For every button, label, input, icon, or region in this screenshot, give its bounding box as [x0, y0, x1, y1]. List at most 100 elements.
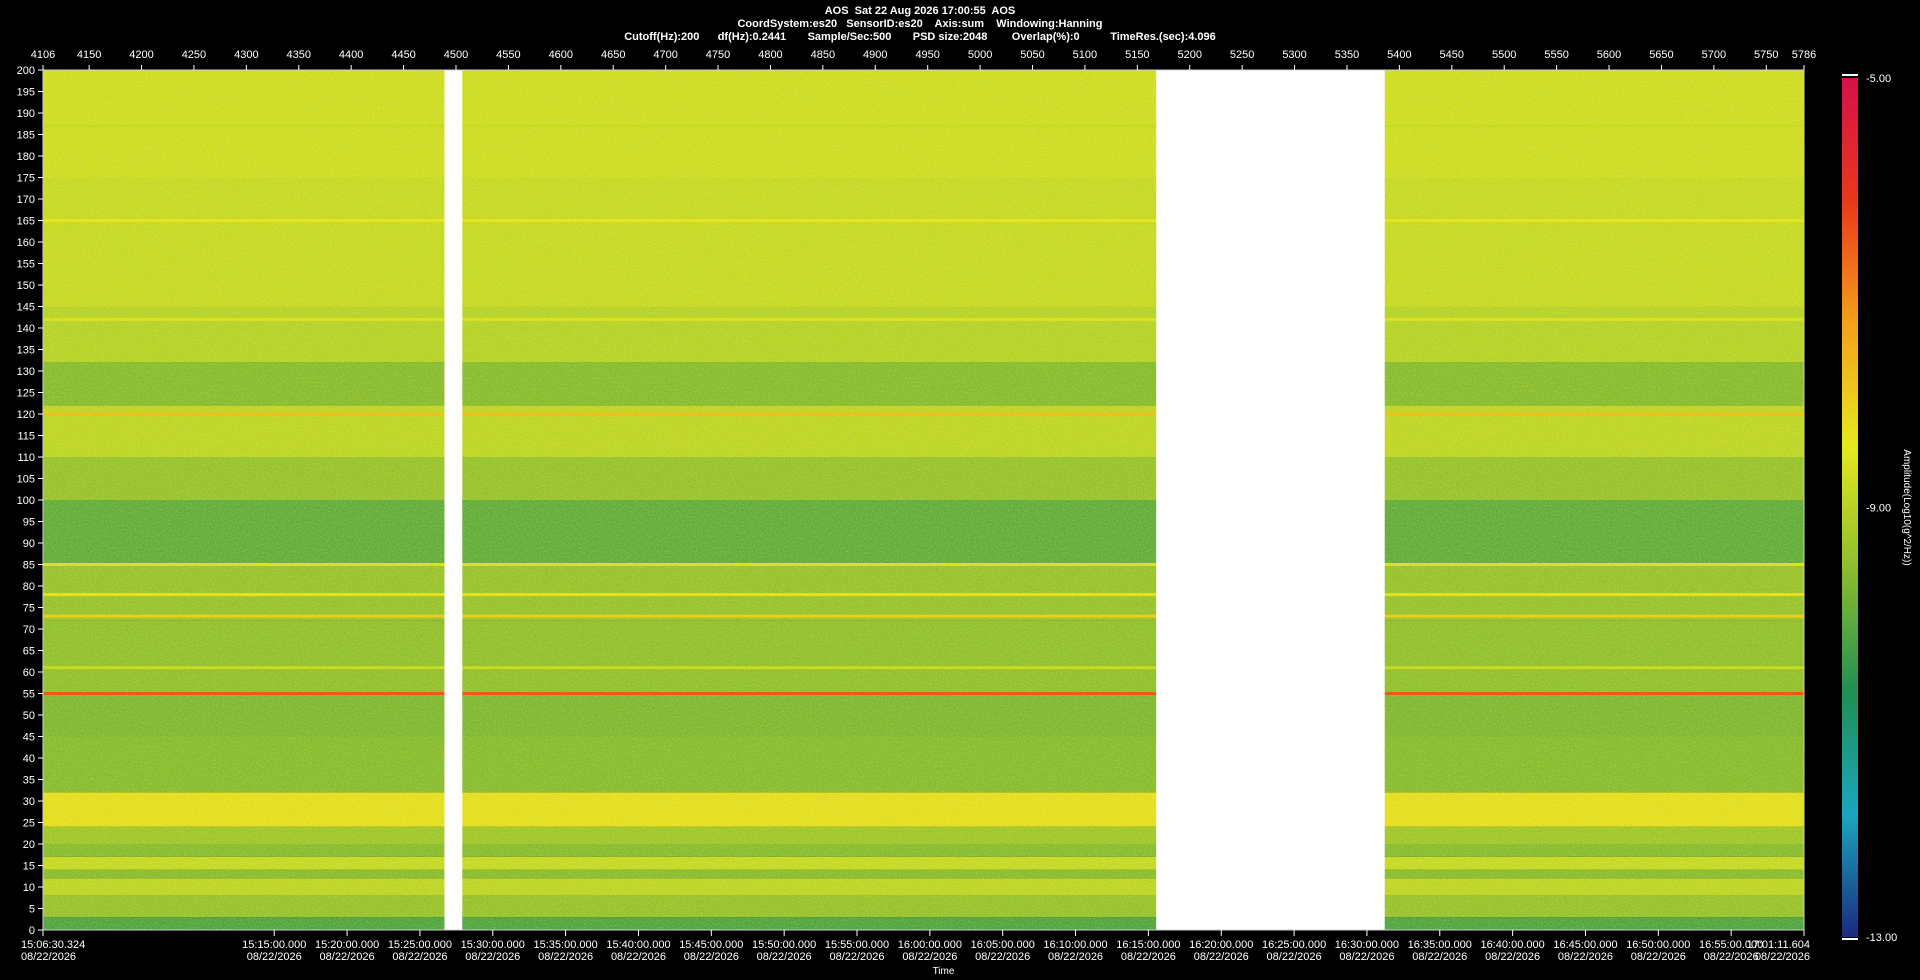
x-axis-tick-date: 08/22/2026	[247, 951, 302, 963]
y-axis-tick-label: 10	[23, 882, 35, 894]
x-axis-tick-date: 08/22/2026	[1339, 951, 1394, 963]
top-axis-tick-label: 4450	[391, 49, 415, 61]
x-axis-tick-label: 16:20:00.000	[1189, 939, 1253, 951]
harmonic-line	[43, 614, 1804, 618]
harmonic-line	[43, 692, 1804, 695]
y-axis-tick-label: 35	[23, 775, 35, 787]
top-axis-tick-label: 5250	[1230, 49, 1254, 61]
y-axis-tick-label: 55	[23, 689, 35, 701]
x-axis-tick-label: 16:35:00.000	[1408, 939, 1472, 951]
x-axis-tick-label: 15:30:00.000	[461, 939, 525, 951]
x-axis-tick-date: 08/22/2026	[1048, 951, 1103, 963]
y-axis-tick-label: 40	[23, 753, 35, 765]
top-axis-tick-label: 5150	[1125, 49, 1149, 61]
y-axis-tick-label: 175	[17, 173, 35, 185]
x-axis-tick-date: 08/22/2026	[975, 951, 1030, 963]
y-axis-tick-label: 130	[17, 366, 35, 378]
y-axis-tick-label: 75	[23, 603, 35, 615]
harmonic-line	[43, 412, 1804, 416]
x-axis-tick-label: 15:55:00.000	[825, 939, 889, 951]
y-axis-tick-label: 145	[17, 302, 35, 314]
colorbar-top-marker	[1842, 74, 1858, 76]
y-axis-tick-label: 105	[17, 474, 35, 486]
x-axis-tick-date: 08/22/2026	[392, 951, 447, 963]
top-axis-tick-label: 4750	[706, 49, 730, 61]
y-axis-tick-label: 155	[17, 259, 35, 271]
y-axis-tick-label: 70	[23, 624, 35, 636]
y-axis-tick-label: 190	[17, 108, 35, 120]
spectrogram-chart: 4106 4150 4200 4250 4300 4350 4400 4450 4500 4550…	[17, 49, 1912, 977]
x-axis-tick-label: 15:20:00.000	[315, 939, 379, 951]
colorbar-label: Amplitude(Log10(g^2/Hz))	[1901, 449, 1912, 565]
x-axis-tick-date: 08/22/2026	[320, 951, 375, 963]
top-axis-tick-label: 5000	[968, 49, 992, 61]
x-axis-tick-label: 16:05:00.000	[971, 939, 1035, 951]
y-axis-tick-label: 25	[23, 818, 35, 830]
x-axis-tick-date: 08/22/2026	[684, 951, 739, 963]
x-axis-tick-date: 08/22/2026	[902, 951, 957, 963]
spectrogram-plot-area	[43, 70, 1804, 930]
x-axis-tick-date: 08/22/2026	[611, 951, 666, 963]
x-axis-tick-label: 16:15:00.000	[1116, 939, 1180, 951]
top-axis-tick-label: 4500	[444, 49, 468, 61]
top-axis-tick-label: 5350	[1335, 49, 1359, 61]
colorbar-gradient	[1842, 78, 1858, 937]
y-axis-tick-label: 140	[17, 323, 35, 335]
y-axis-tick-label: 5	[29, 904, 35, 916]
y-axis-tick-label: 180	[17, 151, 35, 163]
top-axis-tick-label: 5550	[1544, 49, 1568, 61]
y-axis-tick-label: 115	[17, 431, 35, 443]
x-axis-label: Time	[933, 966, 955, 977]
x-axis-tick-date: 08/22/2026	[1704, 951, 1759, 963]
top-axis-tick-label: 5600	[1597, 49, 1621, 61]
y-axis-tick-label: 0	[29, 925, 35, 937]
y-axis-tick-label: 80	[23, 581, 35, 593]
y-axis-tick-label: 50	[23, 710, 35, 722]
x-axis-tick-label: 15:25:00.000	[388, 939, 452, 951]
top-axis-tick-label: 5500	[1492, 49, 1516, 61]
x-axis-tick-label: 16:00:00.000	[898, 939, 962, 951]
x-axis-tick-date: 08/22/2026	[1558, 951, 1613, 963]
x-axis-tick-date: 08/22/2026	[465, 951, 520, 963]
top-axis-tick-label: 5050	[1020, 49, 1044, 61]
x-axis-tick-label: 16:50:00.000	[1626, 939, 1690, 951]
colorbar-bottom-marker	[1842, 938, 1858, 940]
y-axis-tick-label: 90	[23, 538, 35, 550]
harmonic-line	[43, 219, 1804, 222]
top-axis-tick-label: 5700	[1702, 49, 1726, 61]
y-axis-tick-label: 185	[17, 130, 35, 142]
data-gap	[444, 70, 463, 930]
y-axis-tick-label: 95	[23, 517, 35, 529]
x-axis-tick-label: 16:40:00.000	[1481, 939, 1545, 951]
colorbar-tick-label: -13.00	[1866, 932, 1897, 944]
colorbar: -5.00 -9.00 -13.00 Amplitude(Log10(g^2/Hz))	[1842, 73, 1912, 944]
top-axis-tick-label: 4800	[758, 49, 782, 61]
x-axis-tick-date: 08/22/2026	[1631, 951, 1686, 963]
x-axis-tick-date: 08/22/2026	[829, 951, 884, 963]
top-axis-tick-label: 4350	[287, 49, 311, 61]
x-axis-tick-label: 15:15:00.000	[242, 939, 306, 951]
y-axis-tick-label: 20	[23, 839, 35, 851]
top-axis-tick-label: 5750	[1754, 49, 1778, 61]
y-axis-tick-label: 170	[17, 194, 35, 206]
y-axis-tick-label: 45	[23, 732, 35, 744]
x-axis-tick-date: 08/22/2026	[1485, 951, 1540, 963]
x-axis-tick-label: 15:50:00.000	[752, 939, 816, 951]
x-axis-tick-date: 08/22/2026	[757, 951, 812, 963]
spectrum-noise-texture	[43, 70, 1804, 930]
top-axis-tick-label: 5650	[1649, 49, 1673, 61]
y-axis-tick-label: 125	[17, 388, 35, 400]
y-axis-tick-label: 65	[23, 646, 35, 658]
y-axis-tick-label: 150	[17, 280, 35, 292]
y-axis-tick-label: 15	[23, 861, 35, 873]
x-axis-tick-label: 17:01:11.604	[1747, 939, 1810, 951]
top-axis-tick-label: 4900	[863, 49, 887, 61]
top-axis-tick-label: 5200	[1178, 49, 1202, 61]
top-axis-tick-label: 4250	[182, 49, 206, 61]
x-axis-tick-date: 08/22/2026	[21, 951, 76, 963]
x-axis-tick-date: 08/22/2026	[1121, 951, 1176, 963]
y-axis-tick-label: 100	[17, 495, 35, 507]
x-axis-tick-label: 15:06:30.324	[21, 939, 85, 951]
y-axis-tick-label: 200	[17, 65, 35, 77]
top-axis-tick-label: 5100	[1073, 49, 1097, 61]
